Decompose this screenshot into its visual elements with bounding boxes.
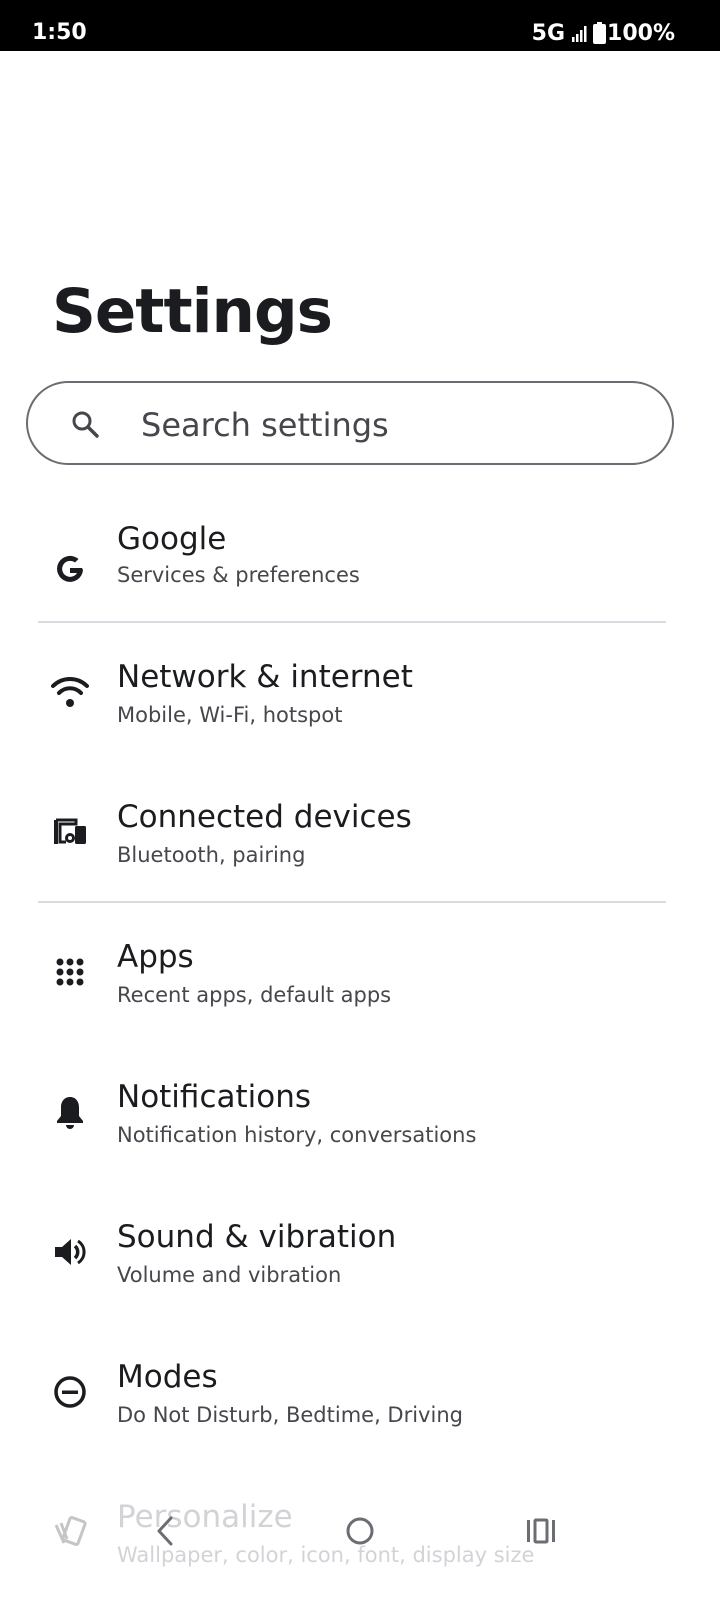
settings-item-subtitle: Volume and vibration — [117, 1263, 342, 1287]
network-type: 5G — [531, 20, 566, 46]
page-title: Settings — [52, 276, 333, 347]
settings-item-title: Google — [117, 521, 227, 557]
settings-item-network[interactable]: Network & internet Mobile, Wi-Fi, hotspo… — [0, 652, 720, 772]
settings-item-subtitle: Mobile, Wi-Fi, hotspot — [117, 703, 343, 727]
divider — [38, 901, 666, 903]
settings-item-modes[interactable]: Modes Do Not Disturb, Bedtime, Driving — [0, 1352, 720, 1472]
battery-percent: 100% — [607, 20, 675, 46]
settings-item-subtitle: Do Not Disturb, Bedtime, Driving — [117, 1403, 463, 1427]
settings-item-subtitle: Notification history, conversations — [117, 1123, 477, 1147]
wifi-icon — [50, 672, 90, 712]
settings-item-google[interactable]: Google Services & preferences — [0, 512, 720, 632]
connected-devices-icon — [50, 812, 90, 852]
settings-item-subtitle: Recent apps, default apps — [117, 983, 392, 1007]
recents-icon — [527, 1518, 555, 1544]
bell-icon — [50, 1092, 90, 1132]
recents-button[interactable] — [517, 1509, 565, 1553]
settings-item-sound[interactable]: Sound & vibration Volume and vibration — [0, 1212, 720, 1332]
divider — [38, 621, 666, 623]
signal-icon — [571, 24, 587, 42]
settings-item-title: Sound & vibration — [117, 1219, 397, 1255]
google-icon — [50, 550, 90, 590]
settings-item-title: Apps — [117, 939, 194, 975]
apps-grid-icon — [50, 952, 90, 992]
settings-item-apps[interactable]: Apps Recent apps, default apps — [0, 932, 720, 1052]
battery-icon — [593, 22, 607, 44]
home-circle-icon — [346, 1517, 374, 1545]
status-indicators: 5G 100% — [532, 20, 675, 46]
settings-item-title: Connected devices — [117, 799, 412, 835]
minus-circle-icon — [50, 1372, 90, 1412]
back-arrow-icon — [157, 1516, 173, 1546]
settings-item-subtitle: Services & preferences — [117, 563, 360, 587]
search-bar[interactable]: Search settings — [26, 381, 674, 465]
status-bar: 1:50 5G 100% — [0, 0, 720, 51]
search-placeholder: Search settings — [141, 406, 389, 444]
status-time: 1:50 — [32, 20, 87, 45]
speaker-icon — [50, 1232, 90, 1272]
search-icon — [70, 409, 100, 444]
settings-item-title: Network & internet — [117, 659, 413, 695]
navigation-bar — [0, 1495, 720, 1565]
back-button[interactable] — [141, 1509, 189, 1553]
home-button[interactable] — [336, 1509, 384, 1553]
settings-item-subtitle: Bluetooth, pairing — [117, 843, 306, 867]
settings-item-notifications[interactable]: Notifications Notification history, conv… — [0, 1072, 720, 1192]
settings-item-connected-devices[interactable]: Connected devices Bluetooth, pairing — [0, 792, 720, 912]
settings-item-title: Notifications — [117, 1079, 312, 1115]
settings-item-title: Modes — [117, 1359, 218, 1395]
